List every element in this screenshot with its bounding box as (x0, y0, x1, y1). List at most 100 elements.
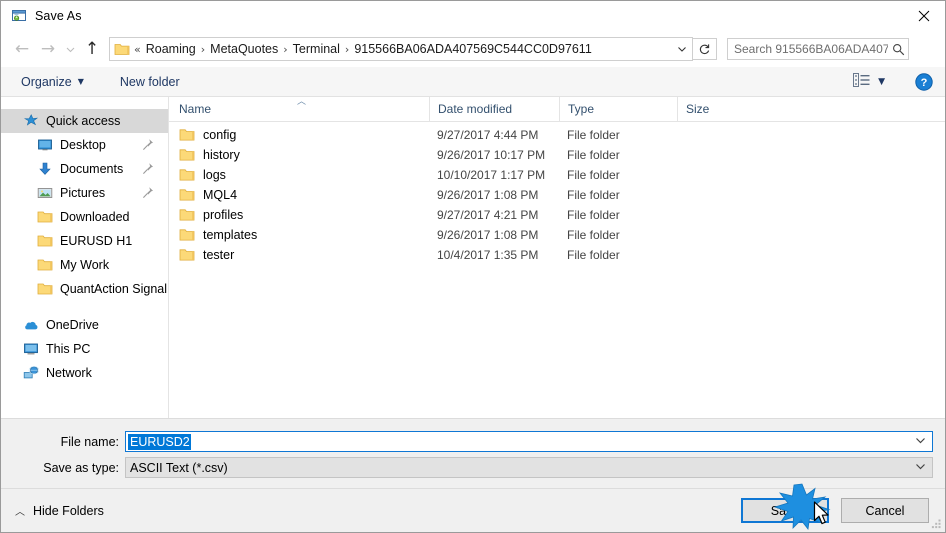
file-name: MQL4 (203, 188, 238, 202)
breadcrumb-item-terminal[interactable]: Terminal (290, 42, 343, 56)
sidebar-label: Downloaded (60, 210, 130, 224)
folder-icon (179, 148, 195, 162)
table-row[interactable]: tester 10/4/2017 1:35 PM File folder (169, 245, 945, 265)
save-button[interactable]: Save (741, 498, 829, 523)
folder-icon (179, 188, 195, 202)
file-rows: config 9/27/2017 4:44 PM File folder his… (169, 122, 945, 265)
breadcrumb-overflow-icon[interactable]: « (132, 43, 143, 56)
sidebar-item-quick-access[interactable]: Quick access (1, 109, 168, 133)
address-dropdown-button[interactable] (672, 39, 692, 59)
hide-folders-button[interactable]: ︿ Hide Folders (15, 503, 104, 519)
sidebar-label: OneDrive (46, 318, 99, 332)
file-date: 9/26/2017 1:08 PM (437, 228, 539, 242)
breadcrumb-item-instance[interactable]: 915566BA06ADA407569C544CC0D97611 (351, 42, 594, 56)
navigation-bar: ← → ↑ « Roaming › MetaQuotes › Terminal … (1, 31, 945, 67)
sidebar-item-desktop[interactable]: Desktop (1, 133, 168, 157)
view-layout-button[interactable]: ▼ (849, 70, 889, 94)
file-name-input[interactable]: EURUSD2 (125, 431, 933, 452)
file-name-value: EURUSD2 (128, 433, 191, 450)
column-header-name[interactable]: Name ︿ (169, 97, 429, 121)
column-header-date-label: Date modified (438, 102, 513, 116)
back-button[interactable]: ← (9, 36, 35, 62)
sidebar-item-quantaction-signal[interactable]: QuantAction Signal (1, 277, 168, 301)
file-date: 10/10/2017 1:17 PM (437, 168, 546, 182)
sidebar-label: Network (46, 366, 92, 380)
file-type: File folder (567, 168, 620, 182)
file-type: File folder (567, 228, 620, 242)
table-row[interactable]: logs 10/10/2017 1:17 PM File folder (169, 165, 945, 185)
folder-icon (179, 248, 195, 262)
window-title: Save As (35, 9, 82, 23)
file-type: File folder (567, 188, 620, 202)
table-row[interactable]: templates 9/26/2017 1:08 PM File folder (169, 225, 945, 245)
star-icon (23, 113, 39, 129)
sidebar-item-documents[interactable]: Documents (1, 157, 168, 181)
svg-text:?: ? (921, 77, 928, 89)
close-button[interactable] (901, 1, 945, 31)
up-button[interactable]: ↑ (79, 36, 105, 62)
sidebar-item-network[interactable]: Network (1, 361, 168, 385)
chevron-up-icon: ︿ (15, 507, 25, 518)
sort-ascending-icon: ︿ (297, 97, 307, 107)
new-folder-button[interactable]: New folder (114, 70, 186, 94)
table-row[interactable]: config 9/27/2017 4:44 PM File folder (169, 125, 945, 145)
folder-icon (37, 209, 53, 225)
file-name: profiles (203, 208, 244, 222)
save-form: File name: EURUSD2 Save as type: ASCII T… (1, 418, 945, 488)
cancel-button[interactable]: Cancel (841, 498, 929, 523)
search-box[interactable]: Search 915566BA06ADA40756... (727, 38, 909, 60)
file-date: 9/27/2017 4:44 PM (437, 128, 539, 142)
chevron-down-icon: ▼ (77, 77, 84, 86)
save-as-dialog: Save As ← → ↑ « Roaming › MetaQuotes › T… (0, 0, 946, 533)
file-type: File folder (567, 208, 620, 222)
breadcrumb-item-metaquotes[interactable]: MetaQuotes (207, 42, 281, 56)
file-name: config (203, 128, 237, 142)
forward-button[interactable]: → (35, 36, 61, 62)
file-type: File folder (567, 128, 620, 142)
refresh-button[interactable] (693, 38, 717, 60)
sidebar-item-pictures[interactable]: Pictures (1, 181, 168, 205)
save-as-type-label: Save as type: (43, 460, 119, 475)
breadcrumb-item-roaming[interactable]: Roaming (143, 42, 199, 56)
folder-icon (179, 128, 195, 142)
file-name-cell: templates (169, 228, 429, 242)
folder-icon (179, 168, 195, 182)
command-bar-right: ▼ ? (849, 70, 933, 94)
resize-grip[interactable] (930, 517, 943, 530)
column-header-type-label: Type (568, 102, 595, 116)
save-as-type-select[interactable]: ASCII Text (*.csv) (125, 457, 933, 478)
column-header-size[interactable]: Size (677, 97, 757, 121)
file-date: 9/26/2017 10:17 PM (437, 148, 546, 162)
table-row[interactable]: profiles 9/27/2017 4:21 PM File folder (169, 205, 945, 225)
sidebar-item-this-pc[interactable]: This PC (1, 337, 168, 361)
chevron-down-icon[interactable] (915, 461, 926, 475)
file-name: tester (203, 248, 235, 262)
hide-folders-label: Hide Folders (33, 503, 104, 518)
save-as-icon (11, 8, 27, 24)
search-icon (888, 43, 908, 56)
onedrive-icon (23, 317, 39, 333)
file-name: history (203, 148, 240, 162)
sidebar-item-downloaded[interactable]: Downloaded (1, 205, 168, 229)
chevron-down-icon[interactable] (915, 435, 926, 449)
sidebar-item-eurusd-h1[interactable]: EURUSD H1 (1, 229, 168, 253)
column-header-type[interactable]: Type (559, 97, 677, 121)
file-name-label: File name: (60, 434, 119, 449)
documents-icon (37, 161, 53, 177)
table-row[interactable]: MQL4 9/26/2017 1:08 PM File folder (169, 185, 945, 205)
file-type: File folder (567, 148, 620, 162)
sidebar-item-onedrive[interactable]: OneDrive (1, 313, 168, 337)
recent-locations-button[interactable] (61, 36, 79, 62)
address-bar[interactable]: « Roaming › MetaQuotes › Terminal › 9155… (109, 37, 693, 61)
help-button[interactable]: ? (915, 72, 933, 91)
search-input[interactable]: Search 915566BA06ADA40756... (728, 42, 888, 56)
file-list-pane: Name ︿ Date modified Type Size config 9/… (169, 97, 945, 418)
sidebar-item-my-work[interactable]: My Work (1, 253, 168, 277)
table-row[interactable]: history 9/26/2017 10:17 PM File folder (169, 145, 945, 165)
breadcrumb: « Roaming › MetaQuotes › Terminal › 9155… (132, 42, 672, 56)
organize-button[interactable]: Organize ▼ (15, 70, 90, 94)
column-header-size-label: Size (686, 102, 710, 116)
sidebar-label: Documents (60, 162, 124, 176)
column-header-date-modified[interactable]: Date modified (429, 97, 559, 121)
